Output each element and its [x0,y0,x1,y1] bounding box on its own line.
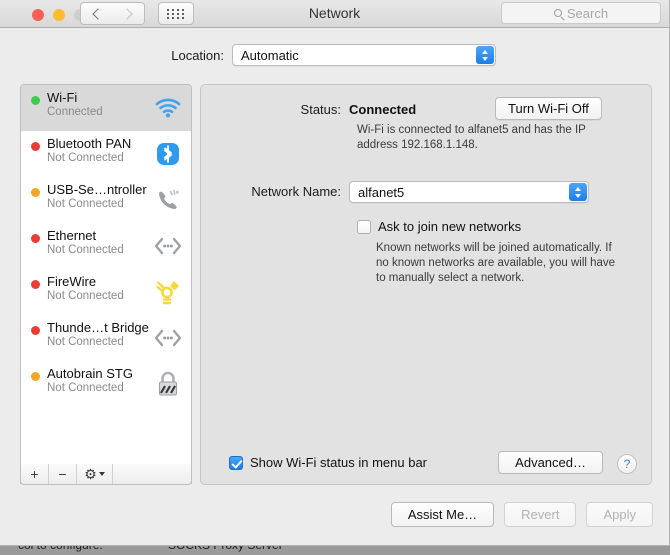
service-name: Bluetooth PAN [47,136,132,151]
service-text: FireWire Not Connected [47,274,153,303]
location-value: Automatic [241,47,299,63]
service-item-firewire[interactable]: FireWire Not Connected [21,269,191,315]
help-button[interactable]: ? [617,454,637,474]
add-service-button[interactable]: + [21,464,49,484]
search-placeholder: Search [566,5,609,21]
service-item-bluetooth-pan[interactable]: Bluetooth PAN Not Connected [21,131,191,177]
wifi-icon [153,93,183,123]
show-wifi-status-checkbox[interactable] [229,455,243,470]
modem-icon [153,185,183,215]
show-status-row[interactable]: Show Wi-Fi status in menu bar [229,455,427,470]
service-status-dot [31,188,40,197]
location-label: Location: [171,47,224,63]
status-badge: Connected [349,102,417,117]
ask-to-join-label: Ask to join new networks [378,219,522,234]
service-state: Not Connected [47,290,124,302]
location-row: Location: Automatic [0,44,669,66]
service-state: Not Connected [47,152,124,164]
service-text: Wi-Fi Connected [47,90,153,119]
search-icon [553,9,562,17]
show-wifi-status-label: Show Wi-Fi status in menu bar [250,455,428,470]
gear-icon: ⚙ [84,465,97,482]
advanced-button[interactable]: Advanced… [498,451,603,474]
service-state: Not Connected [47,336,124,348]
service-text: Ethernet Not Connected [47,228,153,257]
ethernet-icon [153,231,183,261]
service-name: Thunde…t Bridge [47,320,149,335]
service-item-autobrain-stg[interactable]: Autobrain STG Not Connected [21,361,191,407]
network-name-label: Network Name: [251,184,341,199]
services-toolbar: + − ⚙ [20,464,192,485]
service-item-usb-se-ntroller[interactable]: USB-Se…ntroller Not Connected [21,177,191,223]
network-preferences-window: Network Search Location: Automatic Wi-Fi… [0,0,670,546]
chevron-updown-icon [476,46,494,64]
firewire-icon [153,277,183,307]
service-name: Autobrain STG [47,366,133,381]
service-text: Autobrain STG Not Connected [47,366,153,395]
footer-buttons: Assist Me… Revert Apply [390,502,653,527]
service-text: USB-Se…ntroller Not Connected [47,182,153,211]
service-text: Thunde…t Bridge Not Connected [47,320,153,349]
revert-button: Revert [504,502,577,527]
service-status-dot [31,372,40,381]
service-state: Not Connected [47,198,124,210]
network-services-list[interactable]: Wi-Fi Connected Bluetooth PAN Not Connected… [20,84,192,484]
chevron-down-icon [98,472,105,476]
service-state: Not Connected [47,244,124,256]
service-status-dot [31,326,40,335]
apply-button: Apply [586,502,653,527]
service-item-thunde-t-bridge[interactable]: Thunde…t Bridge Not Connected [21,315,191,361]
service-name: FireWire [47,274,97,289]
ask-to-join-checkbox[interactable] [357,219,371,234]
bluetooth-icon [153,139,183,169]
service-status-dot [31,142,40,151]
service-item-ethernet[interactable]: Ethernet Not Connected [21,223,191,269]
network-name-row: Network Name: alfanet5 [201,181,653,203]
service-name: USB-Se…ntroller [47,182,147,197]
lock-icon [153,369,183,399]
service-state: Not Connected [47,382,124,394]
ask-to-join-row[interactable]: Ask to join new networks [357,219,521,234]
service-text: Bluetooth PAN Not Connected [47,136,153,165]
location-select[interactable]: Automatic [232,44,496,66]
turn-wifi-off-button[interactable]: Turn Wi-Fi Off [495,97,602,120]
service-name: Ethernet [47,228,97,243]
assist-me-button[interactable]: Assist Me… [390,502,495,527]
service-detail-panel: Status: Connected Turn Wi-Fi Off Wi-Fi i… [200,84,652,485]
search-input[interactable]: Search [501,2,661,24]
chevron-updown-icon [569,183,587,201]
status-label: Status: [300,102,341,117]
title-bar: Network Search [0,0,669,28]
service-status-dot [31,234,40,243]
service-name: Wi-Fi [47,90,78,105]
status-description: Wi-Fi is connected to alfanet5 and has t… [357,124,586,151]
service-state: Connected [47,106,103,118]
service-item-wi-fi[interactable]: Wi-Fi Connected [21,85,191,131]
service-status-dot [31,96,40,105]
service-actions-button[interactable]: ⚙ [77,464,113,484]
service-status-dot [31,280,40,289]
network-name-value: alfanet5 [358,184,405,200]
remove-service-button[interactable]: − [49,464,77,484]
network-name-select[interactable]: alfanet5 [349,181,589,203]
ask-to-join-description: Known networks will be joined automatica… [376,242,616,284]
ethernet-icon [153,323,183,353]
